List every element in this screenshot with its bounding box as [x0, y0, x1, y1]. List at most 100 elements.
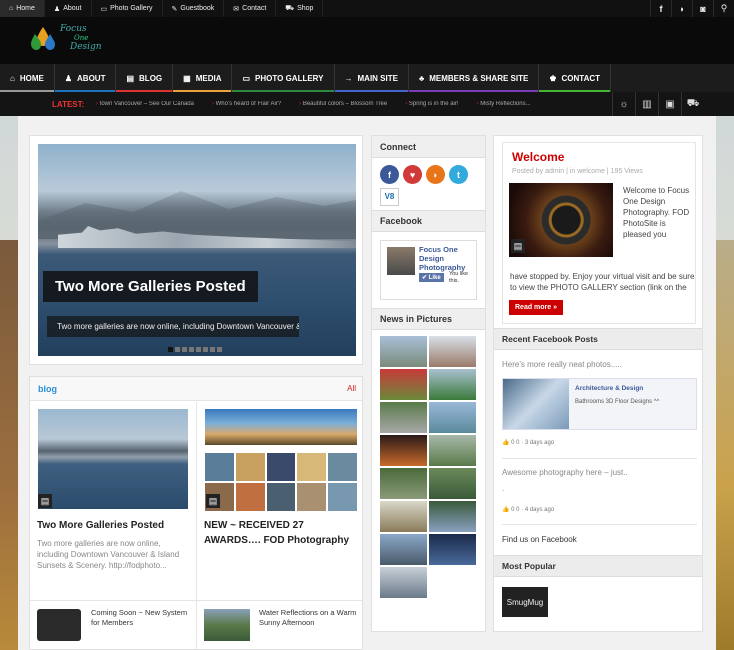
background-left [0, 240, 20, 650]
pictures-grid [372, 330, 485, 604]
nav-photo-gallery[interactable]: ▭ PHOTO GALLERY [232, 64, 335, 92]
nav-main-site[interactable]: → MAIN SITE [334, 64, 409, 92]
search-icon[interactable]: ⚲ [713, 0, 734, 17]
small-post-title[interactable]: Water Reflections on a Warm Sunny Aftern… [259, 608, 359, 628]
cart-icon: ⛟ [285, 5, 295, 12]
news-item[interactable]: Spring is in the air! [405, 101, 459, 107]
top-link-photo-gallery[interactable]: ▭ Photo Gallery [92, 0, 163, 17]
picture-thumb[interactable] [380, 468, 427, 499]
news-item[interactable]: Beautiful colors – Blossom Tree [299, 101, 387, 107]
news-item[interactable]: Misty Reflections... [477, 101, 530, 107]
picture-thumb[interactable] [380, 534, 427, 565]
slider-dot[interactable] [196, 347, 201, 352]
welcome-title[interactable]: Welcome [512, 150, 686, 164]
find-us-link[interactable]: Find us on Facebook [502, 535, 577, 544]
picture-thumb[interactable] [429, 534, 476, 565]
blog-post-collage[interactable] [205, 453, 357, 511]
fb-post-text: Here's more really neat photos..... [502, 360, 622, 369]
facebook-page-name[interactable]: Focus One Design Photography [419, 245, 477, 272]
like-icon[interactable]: 👍 [502, 440, 509, 446]
slider-dot[interactable] [203, 347, 208, 352]
picture-thumb[interactable] [429, 336, 476, 367]
site-logo[interactable]: Focus One Design [28, 25, 102, 53]
facebook-avatar[interactable] [387, 247, 415, 275]
picture-thumb[interactable] [429, 369, 476, 400]
picture-thumb[interactable] [380, 567, 427, 598]
picture-thumb[interactable] [429, 402, 476, 433]
picture-thumb[interactable] [429, 468, 476, 499]
slider-dot[interactable] [210, 347, 215, 352]
picture-thumb[interactable] [380, 501, 427, 532]
vimeo-icon[interactable]: V8 [380, 188, 399, 206]
facebook-icon[interactable]: f [650, 0, 671, 17]
nav-about[interactable]: ♟ ABOUT [54, 64, 117, 92]
facebook-header: Facebook [372, 210, 485, 232]
slider-dot[interactable] [168, 347, 173, 352]
home-icon: ⌂ [9, 5, 14, 12]
top-link-about[interactable]: ♟ About [45, 0, 92, 17]
slider-dot[interactable] [175, 347, 180, 352]
blog-title[interactable]: blog [38, 384, 57, 394]
film-icon: ▦ [183, 73, 191, 83]
welcome-widget: Welcome Posted by admin | in welcome | 1… [502, 144, 696, 185]
fb-card-sub: Bathrooms 3D Floor Designs ^^ [575, 399, 660, 405]
guestbook-icon: ✎ [171, 5, 178, 13]
fb-card-title: Architecture & Design [575, 385, 644, 392]
ticker-icons: ☼ ▥ ▣ ⛟ [612, 92, 704, 116]
picture-thumb[interactable] [380, 369, 427, 400]
fb-post-card[interactable]: Architecture & Design Bathrooms 3D Floor… [502, 378, 697, 430]
heart-icon[interactable]: ♥ [403, 165, 422, 184]
slide-title[interactable]: Two More Galleries Posted [43, 271, 258, 302]
rss-icon[interactable]: ◗ [671, 0, 692, 17]
blog-all-link[interactable]: All [347, 384, 362, 393]
devices-thumb[interactable] [37, 609, 81, 641]
user-icon: ♟ [64, 73, 73, 83]
cart-icon[interactable]: ⛟ [681, 92, 704, 116]
logo-text: Focus One Design [60, 24, 102, 52]
slider-dot[interactable] [189, 347, 194, 352]
facebook-icon[interactable]: f [380, 165, 399, 184]
sun-icon[interactable]: ☼ [612, 92, 635, 116]
top-link-home[interactable]: ⌂ Home [0, 0, 45, 17]
top-link-shop[interactable]: ⛟ Shop [276, 0, 324, 17]
picture-thumb[interactable] [429, 435, 476, 466]
nav-members-share-site[interactable]: ♣ MEMBERS & SHARE SITE [408, 64, 540, 92]
slider-dot[interactable] [217, 347, 222, 352]
recent-fb-header: Recent Facebook Posts [494, 328, 702, 350]
blog-post-title[interactable]: NEW ~ RECEIVED 27 AWARDS…. FOD Photograp… [204, 518, 356, 548]
film-icon[interactable]: ▣ [658, 92, 681, 116]
small-post-title[interactable]: Coming Soon ~ New System for Members [91, 608, 191, 628]
twitter-icon[interactable]: t [449, 165, 468, 184]
nav-blog[interactable]: ▤ BLOG [116, 64, 174, 92]
most-popular-header: Most Popular [494, 555, 702, 577]
nav-media[interactable]: ▦ MEDIA [173, 64, 233, 92]
read-more-button[interactable]: Read more » [509, 300, 564, 315]
picture-thumb[interactable] [429, 501, 476, 532]
facebook-like-button[interactable]: ✔ Like [419, 273, 444, 282]
user-icon: ♟ [53, 5, 61, 13]
book-icon[interactable]: ▥ [635, 92, 658, 116]
slider-dot[interactable] [182, 347, 187, 352]
slide-caption: Two more galleries are now online, inclu… [47, 316, 299, 337]
camera-icon[interactable]: ◙ [692, 0, 713, 17]
blog-post-thumb[interactable] [205, 409, 357, 445]
news-item[interactable]: Who's heard of Flair Air? [212, 101, 282, 107]
top-link-guestbook[interactable]: ✎ Guestbook [163, 0, 225, 17]
picture-thumb[interactable] [380, 402, 427, 433]
blog-post-thumb[interactable] [38, 409, 188, 509]
rss-icon[interactable]: ◗ [426, 165, 445, 184]
like-icon[interactable]: 👍 [502, 507, 509, 513]
blog-post-title[interactable]: Two More Galleries Posted [37, 518, 187, 533]
smugmug-logo[interactable]: SmugMug [502, 587, 548, 617]
nav-home[interactable]: ⌂ HOME [0, 64, 55, 92]
reflections-thumb[interactable] [204, 609, 250, 641]
nav-contact[interactable]: ♚ CONTACT [539, 64, 612, 92]
news-item[interactable]: town Vancouver – See Our Canada [96, 101, 194, 107]
top-link-contact[interactable]: ✉ Contact [224, 0, 277, 17]
connect-icons: f ♥ ◗ t [372, 158, 485, 186]
picture-thumb[interactable] [380, 336, 427, 367]
background-right [716, 240, 734, 650]
picture-thumb[interactable] [380, 435, 427, 466]
arrow-icon: → [344, 73, 353, 83]
person-icon: ♚ [549, 73, 557, 83]
